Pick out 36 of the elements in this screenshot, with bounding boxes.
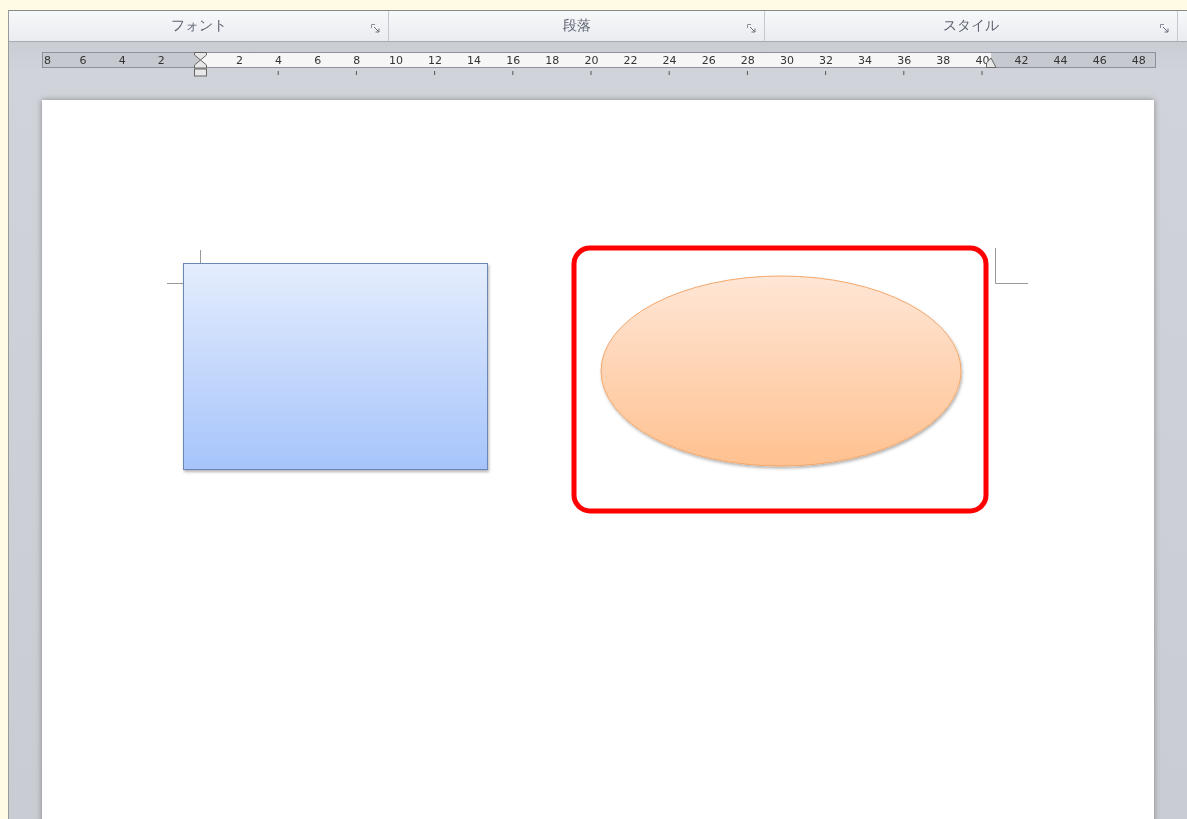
ruler-number: 8 [353, 54, 361, 67]
ruler-number: 14 [467, 54, 482, 67]
ruler-number: 44 [1053, 54, 1068, 67]
ruler-number: 18 [545, 54, 560, 67]
ruler-number: 4 [118, 54, 126, 67]
ruler-number: 30 [779, 54, 794, 67]
ruler-number: 42 [1014, 54, 1029, 67]
ruler-number: 32 [819, 54, 833, 67]
ruler-number: 46 [1092, 54, 1107, 67]
group-label: スタイル [943, 17, 999, 35]
ruler-number: 20 [584, 54, 599, 67]
ruler-number: 38 [936, 54, 951, 67]
ruler-number: 40 [975, 54, 990, 67]
ruler-number: 22 [623, 54, 638, 67]
ruler-number: 8 [44, 54, 51, 67]
group-label: フォント [170, 17, 227, 35]
ruler-number: 4 [275, 54, 283, 67]
ruler-number: 2 [236, 54, 243, 67]
ruler-number: 6 [314, 54, 322, 67]
ruler-number: 24 [662, 54, 677, 67]
margin-corner-mark [995, 247, 1029, 284]
ruler-number: 12 [428, 54, 442, 67]
dialog-launcher-icon[interactable] [1160, 24, 1169, 33]
ruler-number: 16 [506, 54, 521, 67]
ruler-number: 34 [858, 54, 873, 67]
ruler-number: 6 [79, 54, 87, 67]
ruler-number: 48 [1131, 54, 1146, 67]
ruler-number: 28 [740, 54, 755, 67]
ruler-number: 2 [157, 54, 165, 67]
indent-marker[interactable] [194, 52, 207, 77]
ruler-number: 26 [701, 54, 716, 67]
ruler-number: 10 [388, 54, 403, 67]
dialog-launcher-icon[interactable] [371, 24, 380, 33]
dialog-launcher-icon[interactable] [747, 24, 756, 33]
ruler-number: 36 [897, 54, 912, 67]
group-label: 段落 [562, 17, 591, 35]
